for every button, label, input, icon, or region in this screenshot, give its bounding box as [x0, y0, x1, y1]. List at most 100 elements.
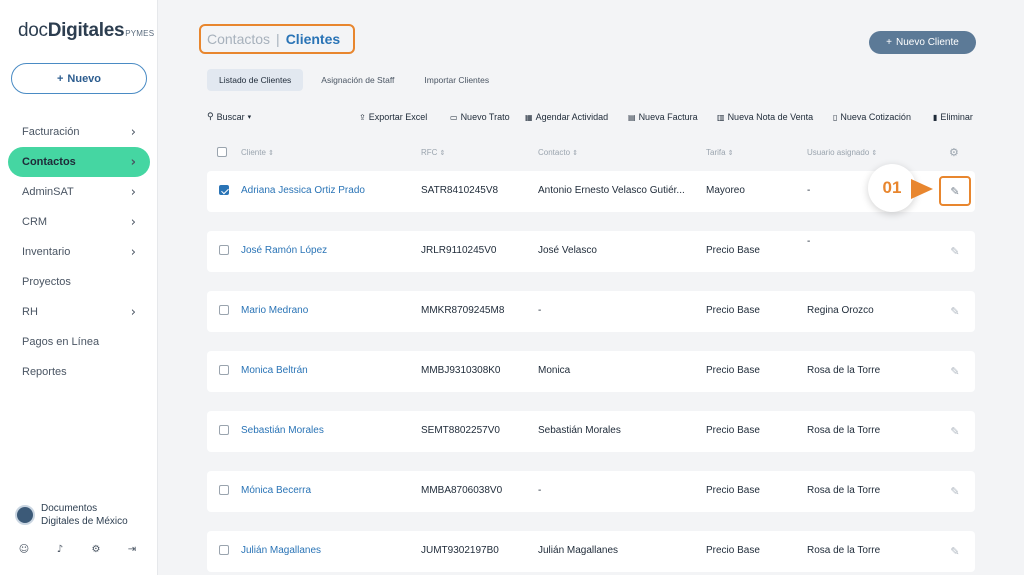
- sidebar-item-label: RH: [22, 306, 38, 318]
- cell-cliente[interactable]: Mario Medrano: [241, 305, 308, 316]
- table-row[interactable]: José Ramón López JRLR9110245V0 José Velasc…: [207, 231, 975, 272]
- cell-contacto: Antonio Ernesto Velasco Gutiér...: [538, 185, 685, 196]
- step-arrow-icon: [911, 179, 933, 199]
- checkbox-box: [219, 425, 229, 435]
- chevron-down-icon: ▾: [247, 113, 252, 121]
- checkbox-box: [219, 185, 229, 195]
- edit-pencil-icon[interactable]: ✎: [939, 176, 971, 206]
- new-client-button[interactable]: + Nuevo Cliente: [869, 31, 976, 54]
- table-row[interactable]: Julián Magallanes JUMT9302197B0 Julián Mag…: [207, 531, 975, 572]
- sidebar-item-label: CRM: [22, 216, 48, 228]
- logo-part-digitales: Digitales: [47, 20, 125, 41]
- column-header-tarifa[interactable]: Tarifa ⇕: [706, 148, 734, 157]
- edit-pencil-icon[interactable]: ✎: [945, 361, 965, 381]
- row-checkbox[interactable]: [219, 485, 229, 498]
- tab-asignacion-de-staff[interactable]: Asignación de Staff: [309, 69, 406, 91]
- table-row[interactable]: Mario Medrano MMKR8709245M8 - Precio Base Re…: [207, 291, 975, 332]
- column-header-rfc[interactable]: RFC ⇕: [421, 148, 446, 157]
- edit-pencil-icon[interactable]: ✎: [945, 301, 965, 321]
- invoice-icon: ▤: [628, 112, 636, 122]
- cell-tarifa: Mayoreo: [706, 185, 745, 196]
- cell-cliente[interactable]: Mónica Becerra: [241, 485, 311, 496]
- bell-icon[interactable]: ♪: [54, 543, 66, 555]
- chevron-right-icon: ›: [130, 184, 136, 200]
- row-checkbox[interactable]: [219, 425, 229, 438]
- export-icon: ⇪: [359, 112, 366, 122]
- row-checkbox[interactable]: [219, 245, 229, 258]
- sort-icon: ⇕: [265, 149, 274, 157]
- row-checkbox[interactable]: [219, 545, 229, 558]
- table-row[interactable]: Mónica Becerra MMBA8706038V0 - Precio Base R…: [207, 471, 975, 512]
- sidebar-item-rh[interactable]: RH ›: [8, 297, 150, 327]
- cell-contacto: Sebastián Morales: [538, 425, 621, 436]
- toolbar-nueva-factura-button[interactable]: ▤ Nueva Factura: [628, 112, 698, 122]
- toolbar-eliminar-button[interactable]: ▮ Eliminar: [933, 112, 973, 122]
- table-header: Cliente ⇕ RFC ⇕ Contacto ⇕ Tarifa ⇕ Usuario …: [207, 145, 975, 161]
- toolbar-exportar-excel-button[interactable]: ⇪ Exportar Excel: [359, 112, 427, 122]
- edit-pencil-icon[interactable]: ✎: [945, 481, 965, 501]
- row-checkbox[interactable]: [219, 305, 229, 318]
- page-title: Contactos | Clientes: [199, 24, 355, 54]
- cell-usuario: Regina Orozco: [807, 305, 874, 316]
- checkbox-box: [219, 485, 229, 495]
- sidebar-item-label: Contactos: [22, 156, 76, 168]
- sidebar-item-label: Facturación: [22, 126, 80, 138]
- column-settings-gear-icon[interactable]: ⚙: [949, 146, 959, 159]
- row-checkbox[interactable]: [219, 185, 229, 198]
- toolbar-action-label: Nueva Factura: [638, 112, 698, 122]
- logout-icon[interactable]: ⇥: [126, 543, 138, 555]
- cell-contacto: -: [538, 485, 542, 496]
- company-name: Documentos Digitales de México: [41, 502, 128, 528]
- sidebar-item-reportes[interactable]: Reportes: [8, 357, 150, 387]
- gear-icon[interactable]: ⚙: [90, 543, 102, 555]
- column-header-usuario-asignado[interactable]: Usuario asignado ⇕: [807, 148, 877, 157]
- cell-cliente[interactable]: Adriana Jessica Ortiz Prado: [241, 185, 365, 196]
- edit-pencil-icon[interactable]: ✎: [945, 421, 965, 441]
- toolbar-nueva-cotizacion-button[interactable]: ▯ Nueva Cotización: [833, 112, 911, 122]
- company-name-line1: Documentos: [41, 503, 98, 514]
- user-icon[interactable]: ☺: [18, 543, 30, 555]
- sidebar-item-adminsat[interactable]: AdminSAT ›: [8, 177, 150, 207]
- cell-usuario: Rosa de la Torre: [807, 425, 881, 436]
- company-switcher[interactable]: Documentos Digitales de México: [15, 502, 128, 528]
- column-header-label: Contacto: [538, 148, 571, 157]
- sidebar-item-crm[interactable]: CRM ›: [8, 207, 150, 237]
- table-row[interactable]: Sebastián Morales SEMT8802257V0 Sebastián …: [207, 411, 975, 452]
- tab-listado-de-clientes[interactable]: Listado de Clientes: [207, 69, 304, 91]
- toolbar-nuevo-trato-button[interactable]: ▭ Nuevo Trato: [450, 112, 510, 122]
- cell-cliente[interactable]: Sebastián Morales: [241, 425, 324, 436]
- app-logo[interactable]: docDigitalesPYMES: [18, 20, 154, 42]
- tab-importar-clientes[interactable]: Importar Clientes: [412, 69, 501, 91]
- row-checkbox[interactable]: [219, 365, 229, 378]
- chevron-right-icon: ›: [130, 124, 136, 140]
- cell-cliente[interactable]: Julián Magallanes: [241, 545, 321, 556]
- sidebar-item-label: Inventario: [22, 246, 71, 258]
- table-row[interactable]: Monica Beltrán MMBJ9310308K0 Monica Precio …: [207, 351, 975, 392]
- toolbar-action-label: Nueva Nota de Venta: [727, 112, 814, 122]
- sidebar-item-contactos[interactable]: Contactos ›: [8, 147, 150, 177]
- select-all-checkbox[interactable]: [217, 147, 227, 159]
- breadcrumb-contactos[interactable]: Contactos: [207, 31, 270, 47]
- toolbar-nueva-nota-de-venta-button[interactable]: ▥ Nueva Nota de Venta: [717, 112, 813, 122]
- edit-pencil-icon[interactable]: ✎: [945, 541, 965, 561]
- checkbox-box: [219, 305, 229, 315]
- sidebar-item-proyectos[interactable]: Proyectos: [8, 267, 150, 297]
- sidebar-item-label: Proyectos: [22, 276, 71, 288]
- new-client-label: Nuevo Cliente: [896, 37, 959, 48]
- edit-pencil-icon[interactable]: ✎: [945, 241, 965, 261]
- search-button[interactable]: ⚲ Buscar ▾: [207, 112, 251, 122]
- column-header-contacto[interactable]: Contacto ⇕: [538, 148, 578, 157]
- toolbar-agendar-actividad-button[interactable]: ▦ Agendar Actividad: [525, 112, 608, 122]
- cell-rfc: MMKR8709245M8: [421, 305, 505, 316]
- cell-tarifa: Precio Base: [706, 545, 760, 556]
- checkbox-box: [219, 245, 229, 255]
- cell-usuario: Rosa de la Torre: [807, 485, 881, 496]
- cell-cliente[interactable]: Monica Beltrán: [241, 365, 308, 376]
- column-header-cliente[interactable]: Cliente ⇕: [241, 148, 274, 157]
- cell-cliente[interactable]: José Ramón López: [241, 245, 327, 256]
- sidebar-item-inventario[interactable]: Inventario ›: [8, 237, 150, 267]
- sidebar-item-pagos-en-linea[interactable]: Pagos en Línea: [8, 327, 150, 357]
- table-row[interactable]: Adriana Jessica Ortiz Prado SATR8410245V8…: [207, 171, 975, 212]
- new-button[interactable]: + Nuevo: [11, 63, 147, 94]
- sidebar-item-facturacion[interactable]: Facturación ›: [8, 117, 150, 147]
